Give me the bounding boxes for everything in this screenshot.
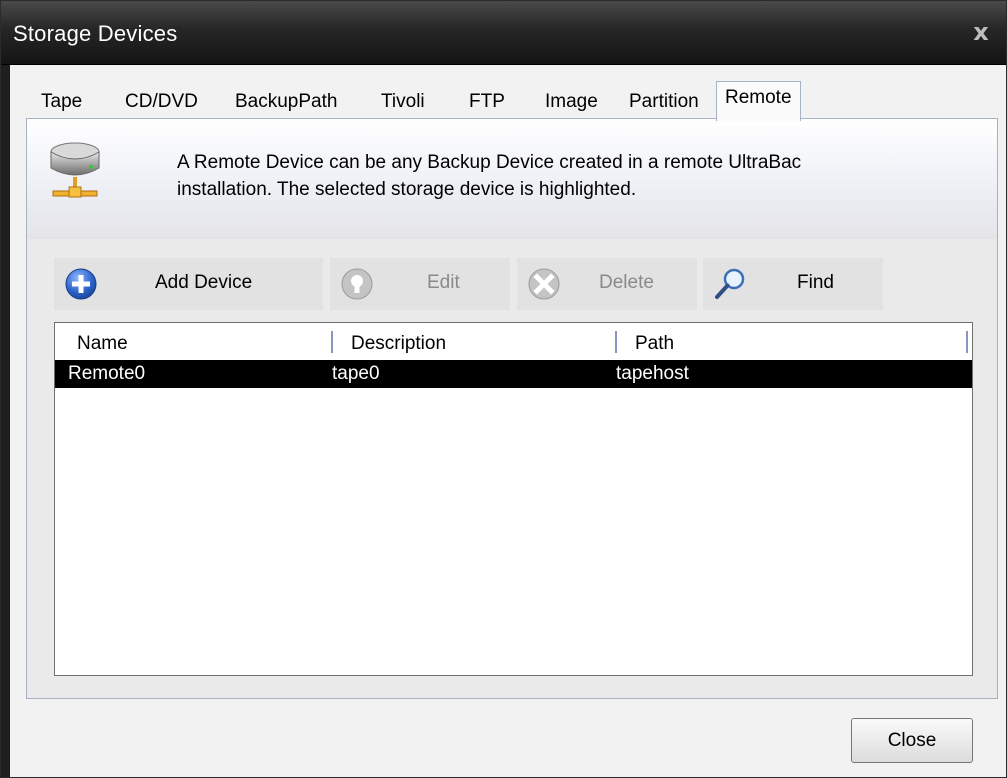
storage-devices-window: Storage Devices x Tape CD/DVD BackupPath… xyxy=(0,0,1007,778)
column-header-name[interactable]: Name xyxy=(77,333,128,355)
cell-name: Remote0 xyxy=(68,363,146,384)
add-device-label: Add Device xyxy=(155,272,253,293)
title-bar[interactable]: Storage Devices x xyxy=(1,1,1006,65)
tab-backuppath[interactable]: BackupPath xyxy=(235,87,337,117)
find-label: Find xyxy=(797,272,834,293)
list-header: Name Description Path xyxy=(55,323,972,357)
delete-label: Delete xyxy=(599,272,654,293)
window-title: Storage Devices xyxy=(13,21,178,46)
tab-tape[interactable]: Tape xyxy=(41,87,82,117)
device-list[interactable]: Name Description Path Remote0 tape0 tape… xyxy=(54,322,973,676)
tab-tivoli[interactable]: Tivoli xyxy=(381,87,425,117)
column-divider[interactable] xyxy=(966,331,968,353)
find-button[interactable]: Find xyxy=(703,258,883,310)
delete-x-icon xyxy=(528,268,560,300)
delete-button[interactable]: Delete xyxy=(517,258,697,310)
cell-description: tape0 xyxy=(332,363,380,384)
tab-partition[interactable]: Partition xyxy=(629,87,699,117)
add-device-button[interactable]: Add Device xyxy=(54,258,323,310)
column-header-path[interactable]: Path xyxy=(635,333,674,355)
tab-remote[interactable]: Remote xyxy=(716,81,801,121)
tab-cd-dvd[interactable]: CD/DVD xyxy=(125,87,198,117)
add-circle-icon xyxy=(65,268,97,300)
edit-label: Edit xyxy=(427,272,460,293)
tab-ftp[interactable]: FTP xyxy=(469,87,505,117)
close-button[interactable]: Close xyxy=(851,718,973,763)
table-row[interactable]: Remote0 tape0 tapehost xyxy=(55,360,972,388)
info-banner: A Remote Device can be any Backup Device… xyxy=(27,119,997,239)
column-header-description[interactable]: Description xyxy=(351,333,446,355)
close-window-icon[interactable]: x xyxy=(966,17,996,47)
banner-line-2: installation. The selected storage devic… xyxy=(177,179,637,200)
column-divider[interactable] xyxy=(331,331,333,353)
window-frame-left xyxy=(1,65,10,777)
column-divider[interactable] xyxy=(615,331,617,353)
banner-description: A Remote Device can be any Backup Device… xyxy=(177,149,977,203)
banner-line-1: A Remote Device can be any Backup Device… xyxy=(177,152,802,173)
edit-button[interactable]: Edit xyxy=(330,258,510,310)
cell-path: tapehost xyxy=(616,363,689,384)
edit-icon xyxy=(341,268,373,300)
magnifier-icon xyxy=(715,268,745,299)
remote-storage-icon xyxy=(50,142,100,198)
tab-image[interactable]: Image xyxy=(545,87,598,117)
